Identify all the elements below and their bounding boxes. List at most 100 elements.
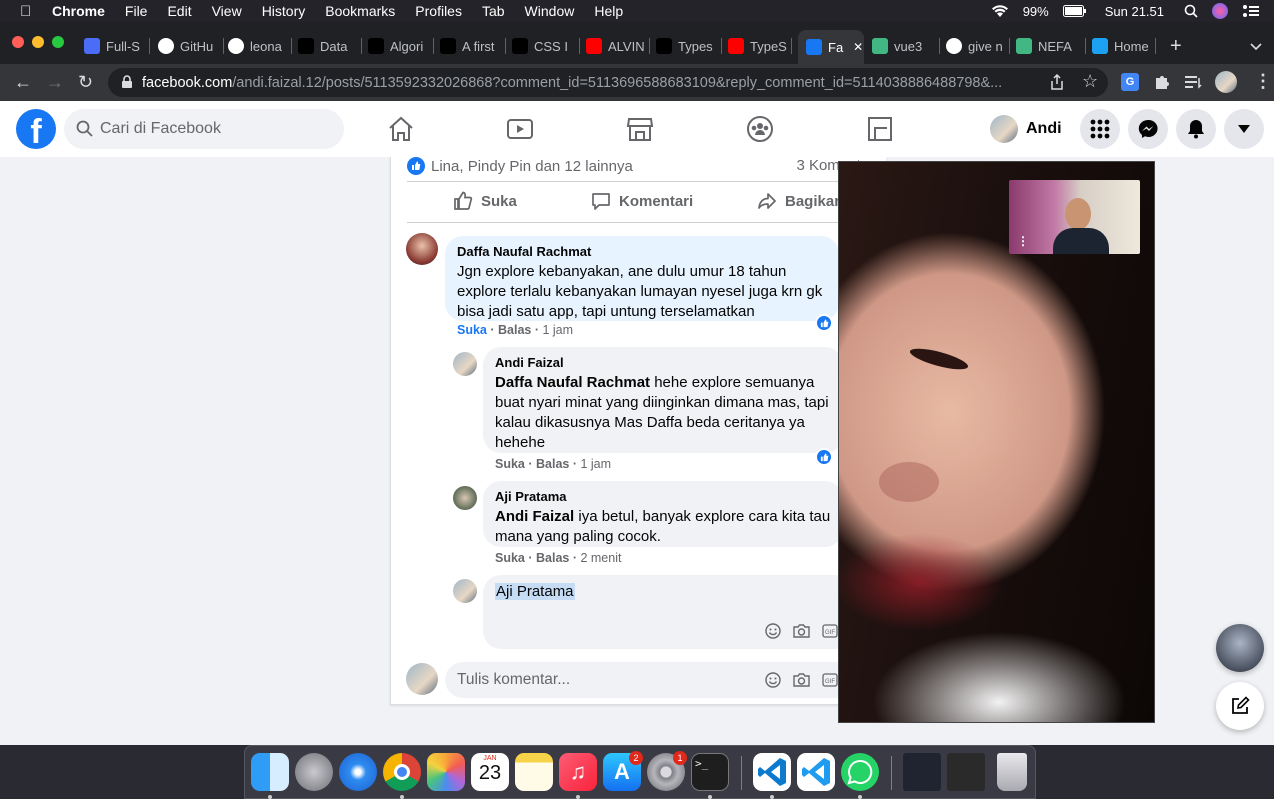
vscode-insiders-icon[interactable] xyxy=(797,753,835,791)
share-button[interactable]: Bagikan xyxy=(757,191,843,211)
zoom-window-button[interactable] xyxy=(52,36,64,48)
launchpad-icon[interactable] xyxy=(295,753,333,791)
browser-tab[interactable]: Home xyxy=(1092,34,1156,58)
menu-view[interactable]: View xyxy=(212,3,242,19)
facebook-search-input[interactable]: Cari di Facebook xyxy=(64,109,344,149)
menu-file[interactable]: File xyxy=(125,3,148,19)
comment-author[interactable]: Aji Pratama xyxy=(495,489,831,505)
menu-history[interactable]: History xyxy=(262,3,306,19)
groups-icon[interactable] xyxy=(746,115,774,143)
watch-video-icon[interactable] xyxy=(506,115,534,143)
comment-like-link[interactable]: Suka xyxy=(495,551,525,565)
new-message-button[interactable] xyxy=(1216,682,1264,730)
lock-icon[interactable] xyxy=(121,75,133,89)
reply-input[interactable]: Aji Pratama GIF xyxy=(483,575,853,649)
menu-grid-button[interactable] xyxy=(1080,109,1120,149)
emoji-icon[interactable] xyxy=(765,623,781,639)
browser-tab[interactable]: Fa ✕ xyxy=(798,30,864,64)
wifi-icon[interactable] xyxy=(991,4,1009,18)
gif-icon[interactable]: GIF xyxy=(822,623,838,639)
menu-app-name[interactable]: Chrome xyxy=(52,3,105,19)
comment-time[interactable]: 1 jam xyxy=(580,457,611,471)
account-menu-button[interactable] xyxy=(1224,109,1264,149)
trash-icon[interactable] xyxy=(997,753,1027,791)
new-tab-button[interactable]: + xyxy=(1170,35,1182,58)
calendar-icon[interactable]: JAN 23 xyxy=(471,753,509,791)
comment-author[interactable]: Andi Faizal xyxy=(495,355,831,371)
menu-help[interactable]: Help xyxy=(594,3,623,19)
menu-bookmarks[interactable]: Bookmarks xyxy=(325,3,395,19)
comment-like-link[interactable]: Suka xyxy=(457,323,487,337)
apple-menu-icon[interactable]:  xyxy=(20,3,40,20)
menubar-clock[interactable]: Sun 21.51 xyxy=(1105,4,1164,19)
comment-author[interactable]: Daffa Naufal Rachmat xyxy=(457,244,827,260)
browser-tab[interactable]: vue3 xyxy=(872,34,940,58)
vscode-icon[interactable] xyxy=(753,753,791,791)
browser-tab[interactable]: Types xyxy=(656,34,722,58)
menu-window[interactable]: Window xyxy=(525,3,575,19)
menu-tab[interactable]: Tab xyxy=(482,3,505,19)
emoji-icon[interactable] xyxy=(765,672,781,688)
share-icon[interactable] xyxy=(1050,74,1064,91)
comment-avatar[interactable] xyxy=(453,486,477,510)
marketplace-icon[interactable] xyxy=(626,115,654,143)
reading-list-icon[interactable] xyxy=(1185,74,1203,90)
camera-icon[interactable] xyxy=(793,672,810,688)
battery-icon[interactable] xyxy=(1062,5,1087,17)
browser-tab[interactable]: GitHu xyxy=(158,34,224,58)
forward-arrow-icon[interactable]: → xyxy=(46,72,64,93)
browser-tab[interactable]: A first xyxy=(440,34,506,58)
reload-icon[interactable]: ↻ xyxy=(78,72,93,93)
messenger-button[interactable] xyxy=(1128,109,1168,149)
notes-icon[interactable] xyxy=(515,753,553,791)
comment-reply-link[interactable]: Balas xyxy=(498,323,531,337)
browser-tab[interactable]: CSS I xyxy=(512,34,580,58)
chrome-menu-icon[interactable]: ⋮ xyxy=(1254,71,1272,92)
address-bar[interactable]: facebook.com/andi.faizal.12/posts/511359… xyxy=(108,68,1108,97)
chat-head-avatar[interactable] xyxy=(1216,624,1264,672)
comment-avatar[interactable] xyxy=(453,352,477,376)
comment-reply-link[interactable]: Balas xyxy=(536,551,569,565)
tab-search-chevron-icon[interactable] xyxy=(1250,38,1262,56)
comment-time[interactable]: 2 menit xyxy=(580,551,621,565)
self-view-options-icon[interactable]: ⋮ xyxy=(1017,234,1029,248)
comment-time[interactable]: 1 jam xyxy=(542,323,573,337)
close-tab-icon[interactable]: ✕ xyxy=(853,40,863,54)
menu-profiles[interactable]: Profiles xyxy=(415,3,462,19)
profile-shortcut[interactable]: Andi xyxy=(990,113,1062,145)
reply-mention[interactable]: Aji Pratama xyxy=(495,583,575,600)
comment-like-link[interactable]: Suka xyxy=(495,457,525,471)
browser-tab[interactable]: leona xyxy=(228,34,292,58)
comment-like-badge-icon[interactable] xyxy=(815,314,833,332)
browser-tab[interactable]: NEFA xyxy=(1016,34,1086,58)
reaction-summary[interactable]: Lina, Pindy Pin dan 12 lainnya xyxy=(407,157,633,175)
browser-tab[interactable]: give n xyxy=(946,34,1010,58)
browser-tab[interactable]: Data xyxy=(298,34,362,58)
safari-icon[interactable] xyxy=(339,753,377,791)
terminal-icon[interactable]: >_ xyxy=(691,753,729,791)
gaming-icon[interactable] xyxy=(866,115,894,143)
close-window-button[interactable] xyxy=(12,36,24,48)
minimized-window-thumbnail[interactable] xyxy=(903,753,941,791)
browser-tab[interactable]: TypeS xyxy=(728,34,792,58)
browser-tab[interactable]: Algori xyxy=(368,34,434,58)
comment-mention[interactable]: Daffa Naufal Rachmat xyxy=(495,374,650,391)
video-call-window[interactable]: ⋮ xyxy=(838,161,1155,723)
gif-icon[interactable]: GIF xyxy=(822,672,838,688)
minimize-window-button[interactable] xyxy=(32,36,44,48)
camera-icon[interactable] xyxy=(793,623,810,639)
photos-icon[interactable] xyxy=(427,753,465,791)
menu-edit[interactable]: Edit xyxy=(167,3,191,19)
back-arrow-icon[interactable]: ← xyxy=(14,72,32,93)
finder-icon[interactable] xyxy=(251,753,289,791)
control-center-icon[interactable] xyxy=(1242,4,1260,18)
like-button[interactable]: Suka xyxy=(453,191,517,211)
whatsapp-icon[interactable] xyxy=(841,753,879,791)
siri-icon[interactable] xyxy=(1212,3,1228,19)
browser-tab[interactable]: ALVIN xyxy=(586,34,650,58)
comment-like-badge-icon[interactable] xyxy=(815,448,833,466)
comment-mention[interactable]: Andi Faizal xyxy=(495,508,574,525)
comment-button[interactable]: Komentari xyxy=(591,191,693,211)
minimized-window-thumbnail[interactable] xyxy=(947,753,985,791)
spotlight-search-icon[interactable] xyxy=(1184,4,1198,18)
